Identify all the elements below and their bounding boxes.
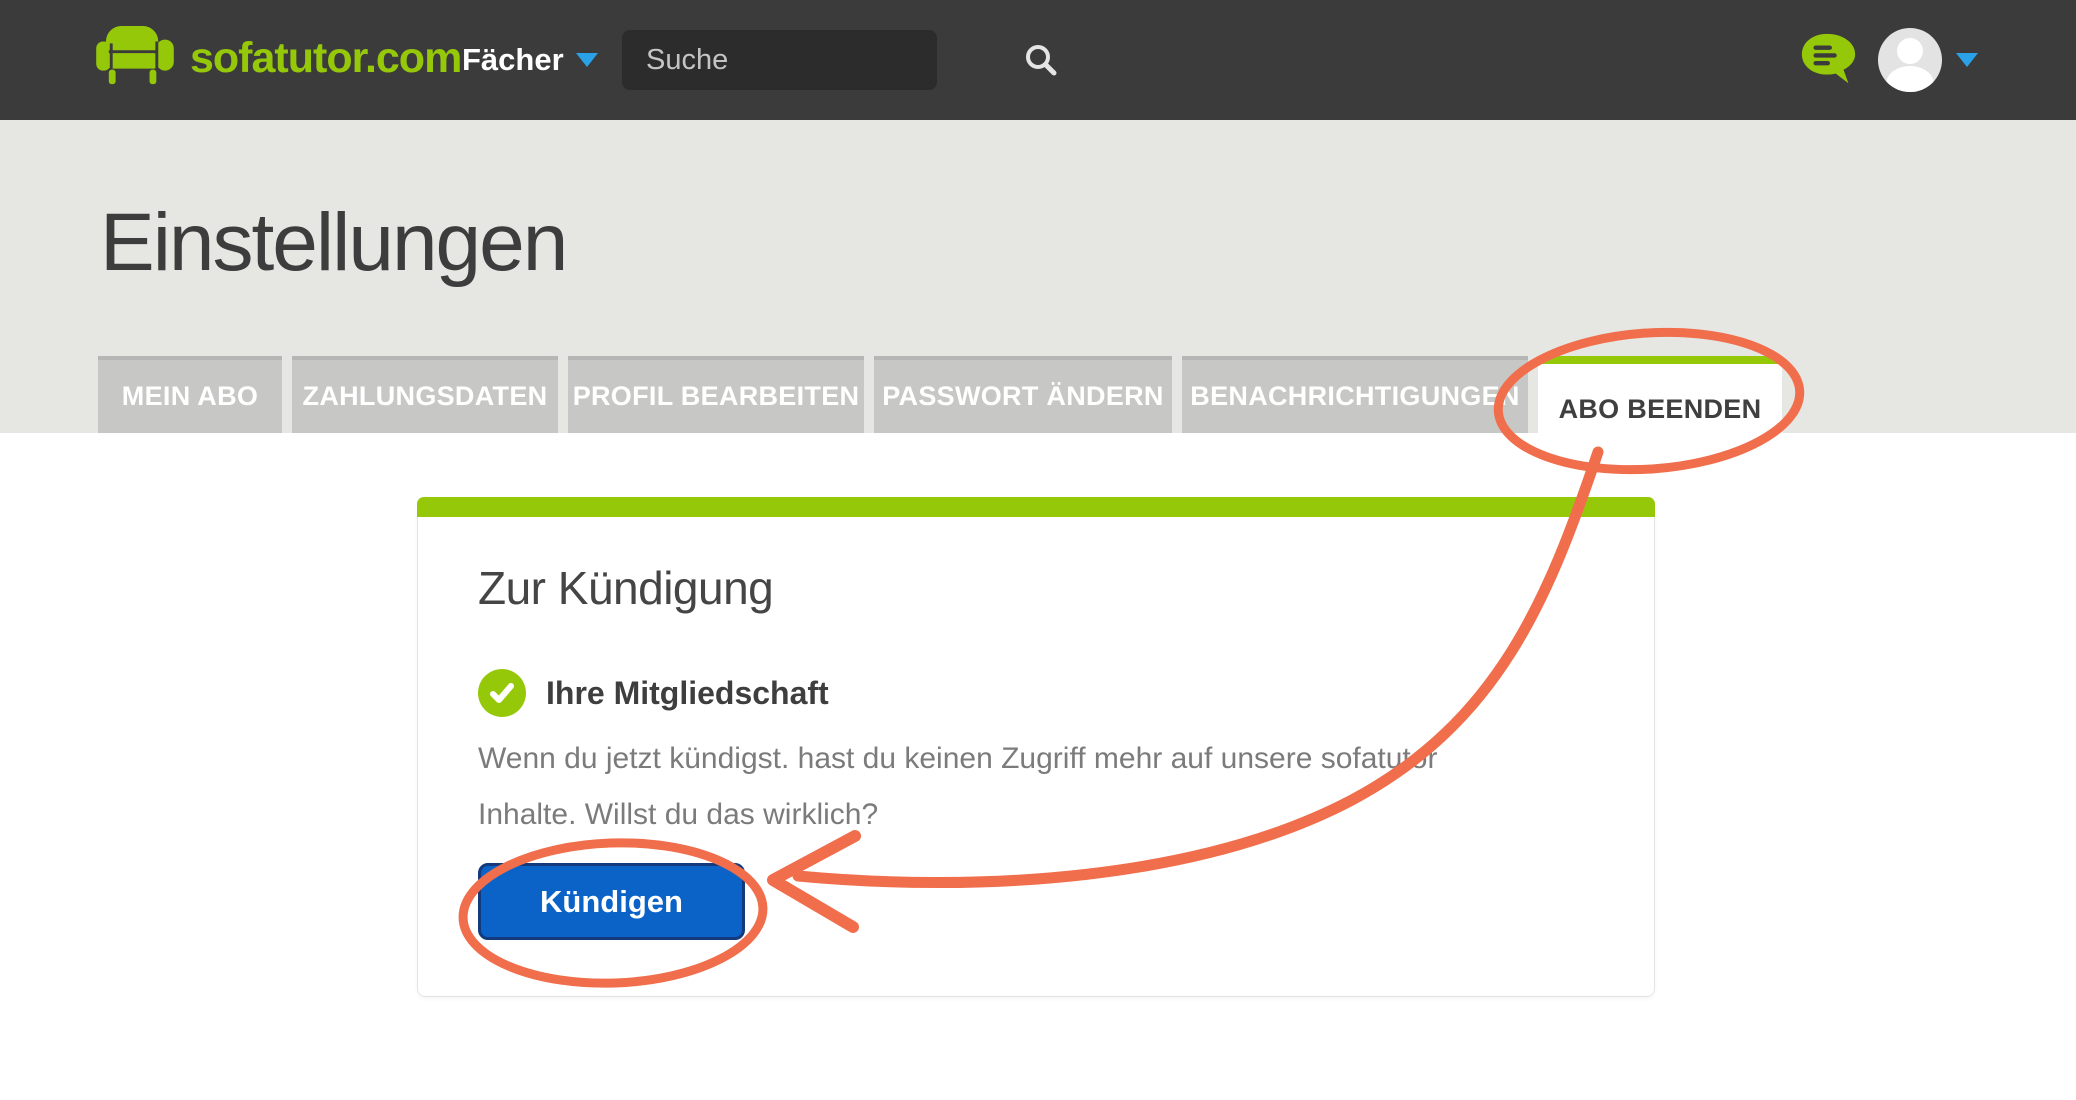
topbar-right [1798,0,1978,120]
page-header: Einstellungen MEIN ABO ZAHLUNGSDATEN PRO… [0,120,2076,433]
chevron-down-icon [576,53,598,67]
tab-passwort-aendern[interactable]: PASSWORT ÄNDERN [874,356,1172,433]
page: { "topbar": { "logo_text": "sofatutor.co… [0,0,2076,1100]
panel-text-line1: Wenn du jetzt kündigst. hast du keinen Z… [478,731,1594,787]
avatar[interactable] [1878,28,1942,92]
subjects-menu[interactable]: Fächer [462,0,598,120]
card-body: Zur Kündigung Ihre Mitgliedschaft Wenn d… [418,517,1654,940]
tab-mein-abo[interactable]: MEIN ABO [98,356,282,433]
tab-benachrichtigungen[interactable]: BENACHRICHTIGUNGEN [1182,356,1528,433]
cancellation-card: Zur Kündigung Ihre Mitgliedschaft Wenn d… [417,497,1655,997]
chat-bubble-icon [1798,29,1860,91]
couch-icon [96,26,174,90]
search-input[interactable] [622,44,1023,77]
membership-heading: Ihre Mitgliedschaft [546,675,829,712]
content: Zur Kündigung Ihre Mitgliedschaft Wenn d… [0,433,2076,1100]
logo[interactable]: sofatutor.com [96,26,461,90]
logo-text: sofatutor.com [190,34,461,83]
topbar: sofatutor.com Fächer [0,0,2076,120]
card-accent-bar [417,497,1655,517]
account-chevron-down-icon[interactable] [1956,53,1978,67]
panel-title: Zur Kündigung [478,561,1594,615]
avatar-body [1886,66,1934,92]
tab-zahlungsdaten[interactable]: ZAHLUNGSDATEN [292,356,558,433]
messages-button[interactable] [1798,29,1860,91]
check-icon [478,669,526,717]
cancel-subscription-button[interactable]: Kündigen [478,863,745,940]
subjects-label: Fächer [462,42,564,78]
membership-row: Ihre Mitgliedschaft [478,669,1594,717]
panel-text-line2: Inhalte. Willst du das wirklich? [478,787,1594,843]
search-box [622,30,937,90]
page-title: Einstellungen [100,196,566,290]
avatar-head [1897,38,1923,64]
panel-text: Wenn du jetzt kündigst. hast du keinen Z… [478,731,1594,843]
search-icon [1023,42,1059,78]
tab-profil-bearbeiten[interactable]: PROFIL BEARBEITEN [568,356,864,433]
search-button[interactable] [1023,42,1075,78]
